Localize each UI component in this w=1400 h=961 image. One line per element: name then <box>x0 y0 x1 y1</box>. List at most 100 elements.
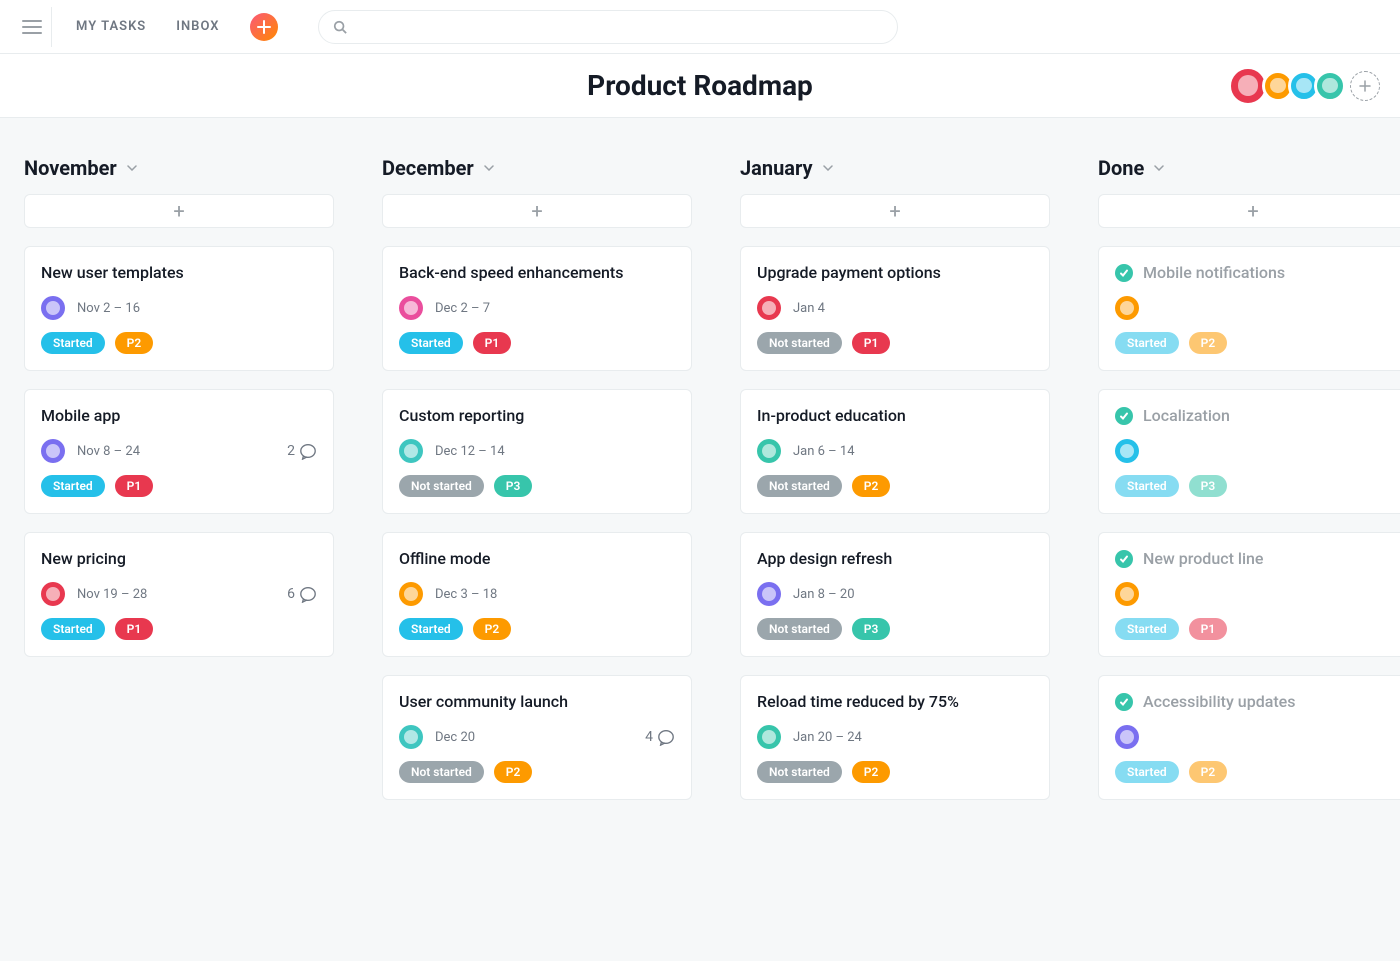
assignee-avatar[interactable] <box>399 725 423 749</box>
assignee-avatar[interactable] <box>1115 725 1139 749</box>
column: December + Back-end speed enhancementsDec … <box>382 156 692 818</box>
status-tag[interactable]: Started <box>41 618 105 640</box>
assignee-avatar[interactable] <box>757 296 781 320</box>
card-title: New user templates <box>41 263 317 282</box>
add-member-button[interactable] <box>1350 71 1380 101</box>
assignee-avatar[interactable] <box>41 582 65 606</box>
column-header[interactable]: January <box>740 156 1050 180</box>
add-card-button[interactable]: + <box>24 194 334 228</box>
comment-icon <box>657 728 675 746</box>
assignee-avatar[interactable] <box>399 439 423 463</box>
search-input[interactable] <box>355 18 883 36</box>
chevron-down-icon <box>127 165 137 171</box>
status-tag[interactable]: Not started <box>399 475 484 497</box>
card-date: Nov 19 – 28 <box>77 587 147 602</box>
column: Done+Mobile notificationsStartedP2Locali… <box>1098 156 1400 818</box>
status-tag[interactable]: Started <box>1115 332 1179 354</box>
priority-tag[interactable]: P2 <box>852 761 891 783</box>
column-header[interactable]: November <box>24 156 334 180</box>
priority-tag[interactable]: P1 <box>115 618 154 640</box>
card-date: Nov 2 – 16 <box>77 301 140 316</box>
status-tag[interactable]: Not started <box>757 618 842 640</box>
column-header[interactable]: Done <box>1098 156 1400 180</box>
card[interactable]: Reload time reduced by 75%Jan 20 – 24Not… <box>740 675 1050 800</box>
assignee-avatar[interactable] <box>41 439 65 463</box>
card[interactable]: Upgrade payment optionsJan 4Not startedP… <box>740 246 1050 371</box>
card-tags: Not started P2 <box>399 761 675 783</box>
assignee-avatar[interactable] <box>399 296 423 320</box>
check-icon <box>1115 550 1133 568</box>
card[interactable]: LocalizationStartedP3 <box>1098 389 1400 514</box>
priority-tag[interactable]: P3 <box>852 618 891 640</box>
column-header[interactable]: December <box>382 156 692 180</box>
card[interactable]: Back-end speed enhancementsDec 2 – 7Star… <box>382 246 692 371</box>
page-title: Product Roadmap <box>587 69 813 102</box>
priority-tag[interactable]: P2 <box>494 761 533 783</box>
priority-tag[interactable]: P3 <box>494 475 533 497</box>
assignee-avatar[interactable] <box>41 296 65 320</box>
card-tags: Started P1 <box>41 475 317 497</box>
status-tag[interactable]: Started <box>1115 761 1179 783</box>
check-icon <box>1115 264 1133 282</box>
priority-tag[interactable]: P1 <box>115 475 154 497</box>
status-tag[interactable]: Started <box>1115 618 1179 640</box>
card[interactable]: Mobile notificationsStartedP2 <box>1098 246 1400 371</box>
card[interactable]: New user templates Nov 2 – 16 Started P2 <box>24 246 334 371</box>
priority-tag[interactable]: P1 <box>1189 618 1228 640</box>
card[interactable]: User community launchDec 204Not startedP… <box>382 675 692 800</box>
status-tag[interactable]: Started <box>1115 475 1179 497</box>
status-tag[interactable]: Started <box>399 332 463 354</box>
priority-tag[interactable]: P2 <box>473 618 512 640</box>
quick-add-button[interactable] <box>250 13 278 41</box>
nav-inbox[interactable]: INBOX <box>176 19 219 34</box>
comment-count[interactable]: 4 <box>645 728 675 746</box>
add-card-button[interactable]: + <box>1098 194 1400 228</box>
assignee-avatar[interactable] <box>1115 582 1139 606</box>
status-tag[interactable]: Started <box>41 475 105 497</box>
card[interactable]: New product lineStartedP1 <box>1098 532 1400 657</box>
status-tag[interactable]: Not started <box>757 761 842 783</box>
card[interactable]: In-product educationJan 6 – 14Not starte… <box>740 389 1050 514</box>
assignee-avatar[interactable] <box>757 582 781 606</box>
assignee-avatar[interactable] <box>1115 439 1139 463</box>
priority-tag[interactable]: P1 <box>852 332 891 354</box>
card[interactable]: Mobile appNov 8 – 242StartedP1 <box>24 389 334 514</box>
status-tag[interactable]: Not started <box>757 332 842 354</box>
card[interactable]: Accessibility updatesStartedP2 <box>1098 675 1400 800</box>
priority-tag[interactable]: P2 <box>852 475 891 497</box>
member-avatar[interactable] <box>1314 70 1346 102</box>
search-container[interactable] <box>318 10 898 44</box>
column-title: December <box>382 156 474 180</box>
card[interactable]: New pricingNov 19 – 286StartedP1 <box>24 532 334 657</box>
priority-tag[interactable]: P2 <box>1189 761 1228 783</box>
check-icon <box>1115 407 1133 425</box>
nav-mytasks[interactable]: MY TASKS <box>76 19 146 34</box>
hamburger-menu-button[interactable] <box>12 7 52 47</box>
card-title: User community launch <box>399 692 675 711</box>
status-tag[interactable]: Not started <box>399 761 484 783</box>
comment-count[interactable]: 6 <box>287 585 317 603</box>
status-tag[interactable]: Started <box>41 332 105 354</box>
priority-tag[interactable]: P2 <box>115 332 154 354</box>
priority-tag[interactable]: P3 <box>1189 475 1228 497</box>
card[interactable]: App design refreshJan 8 – 20Not startedP… <box>740 532 1050 657</box>
assignee-avatar[interactable] <box>757 439 781 463</box>
card-date: Jan 6 – 14 <box>793 444 855 459</box>
card-date: Nov 8 – 24 <box>77 444 140 459</box>
titlebar: Product Roadmap <box>0 54 1400 118</box>
card[interactable]: Custom reportingDec 12 – 14Not startedP3 <box>382 389 692 514</box>
comment-count[interactable]: 2 <box>287 442 317 460</box>
priority-tag[interactable]: P2 <box>1189 332 1228 354</box>
add-card-button[interactable]: + <box>382 194 692 228</box>
priority-tag[interactable]: P1 <box>473 332 512 354</box>
card-title: Custom reporting <box>399 406 675 425</box>
card[interactable]: Offline modeDec 3 – 18StartedP2 <box>382 532 692 657</box>
status-tag[interactable]: Started <box>399 618 463 640</box>
assignee-avatar[interactable] <box>1115 296 1139 320</box>
chevron-down-icon <box>823 165 833 171</box>
add-card-button[interactable]: + <box>740 194 1050 228</box>
status-tag[interactable]: Not started <box>757 475 842 497</box>
card-tags: Started P2 <box>41 332 317 354</box>
assignee-avatar[interactable] <box>757 725 781 749</box>
assignee-avatar[interactable] <box>399 582 423 606</box>
